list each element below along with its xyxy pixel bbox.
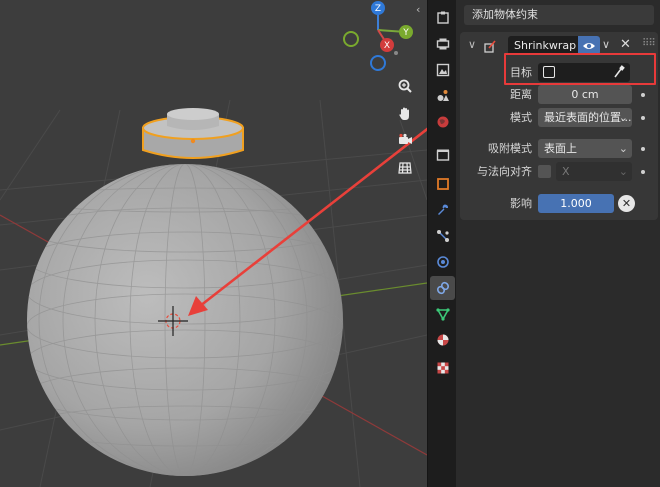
sphere-object	[27, 164, 343, 476]
remove-constraint-close-icon[interactable]: ✕	[620, 37, 631, 52]
viewport-sidebar-toggle[interactable]: ‹	[416, 3, 420, 16]
constraint-type-icon	[482, 38, 498, 54]
svg-text:Z: Z	[375, 4, 381, 14]
physics-tab-icon[interactable]	[430, 250, 455, 274]
disable-keep-transform-close-icon[interactable]: ✕	[618, 195, 635, 212]
modifier-tab-icon[interactable]	[430, 198, 455, 222]
viewport-scene[interactable]: Z Y X	[0, 0, 427, 487]
zoom-icon[interactable]	[393, 74, 417, 98]
keyframe-dot-icon[interactable]	[641, 116, 645, 120]
align-axis-select[interactable]: X ⌄	[556, 162, 632, 181]
align-axis-value: X	[562, 165, 570, 178]
annotation-highlight-box	[504, 53, 656, 85]
svg-text:Y: Y	[402, 28, 409, 38]
snap-mode-row: 吸附模式 表面上 ⌄	[460, 139, 658, 159]
texture-tab-icon[interactable]	[430, 356, 455, 380]
influence-label: 影响	[510, 197, 532, 210]
distance-row: 距离 0 cm	[460, 85, 658, 105]
keyframe-dot-icon[interactable]	[641, 147, 645, 151]
chevron-down-icon: ⌄	[618, 165, 628, 178]
selected-cylinder-object	[142, 108, 244, 159]
collapse-chevron-icon[interactable]: ∨	[468, 38, 476, 51]
chevron-down-icon: ⌄	[618, 142, 628, 155]
object-tab-icon[interactable]	[430, 172, 455, 196]
distance-field[interactable]: 0 cm	[538, 85, 632, 104]
properties-tabs	[427, 0, 456, 487]
3d-viewport[interactable]: Z Y X ‹	[0, 0, 427, 487]
mode-row: 模式 最近表面的位置... ⌄	[460, 108, 658, 128]
snap-mode-value: 表面上	[544, 142, 577, 155]
tool-tab-icon[interactable]	[430, 6, 455, 30]
world-tab-icon[interactable]	[430, 110, 455, 134]
grid-icon[interactable]	[393, 156, 417, 180]
collection-tab-icon[interactable]	[430, 143, 455, 167]
influence-slider[interactable]: 1.000	[538, 194, 614, 213]
align-to-normal-checkbox[interactable]	[538, 165, 551, 178]
distance-label: 距离	[510, 88, 532, 101]
align-to-normal-label: 与法向对齐	[477, 165, 532, 178]
render-tab-icon[interactable]	[430, 32, 455, 56]
drag-grip-icon[interactable]: ⠿⠿	[642, 38, 656, 49]
data-tab-icon[interactable]	[430, 302, 455, 326]
view-layer-tab-icon[interactable]	[430, 84, 455, 108]
add-object-constraint-button[interactable]: 添加物体约束	[464, 5, 654, 25]
mode-label: 模式	[510, 111, 532, 124]
navigation-gizmo: Z Y X	[343, 1, 413, 71]
align-to-normal-row: 与法向对齐 X ⌄	[460, 162, 658, 182]
constraint-tab-icon[interactable]	[430, 276, 455, 300]
influence-row: 影响 1.000 ✕	[460, 194, 658, 214]
hand-pan-icon[interactable]	[393, 102, 417, 126]
output-tab-icon[interactable]	[430, 58, 455, 82]
svg-text:X: X	[384, 41, 390, 51]
keyframe-dot-icon[interactable]	[641, 93, 645, 97]
snap-mode-label: 吸附模式	[488, 142, 532, 155]
constraint-menu-chevron-icon[interactable]: ∨	[602, 38, 610, 51]
keyframe-dot-icon[interactable]	[641, 170, 645, 174]
snap-mode-select[interactable]: 表面上 ⌄	[538, 139, 632, 158]
material-tab-icon[interactable]	[430, 328, 455, 352]
camera-icon[interactable]	[393, 128, 417, 152]
mode-select[interactable]: 最近表面的位置... ⌄	[538, 108, 632, 127]
chevron-down-icon: ⌄	[618, 111, 628, 124]
particles-tab-icon[interactable]	[430, 224, 455, 248]
